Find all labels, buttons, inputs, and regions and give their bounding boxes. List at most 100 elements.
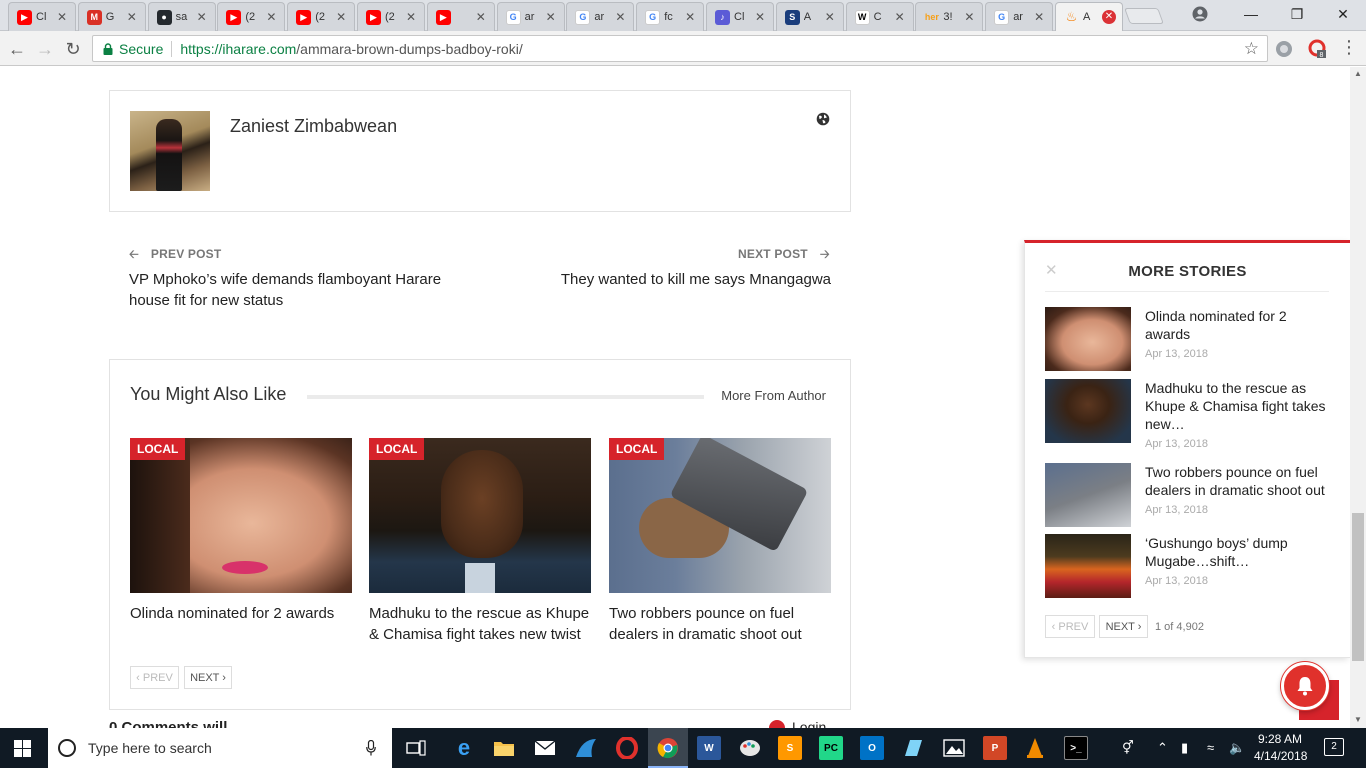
extension-shield-icon[interactable] [1275,40,1293,58]
tab-close-icon[interactable]: ✕ [125,10,139,24]
browser-tab[interactable]: S A ✕ [775,2,844,31]
prev-post-link[interactable]: VP Mphoko’s wife demands flamboyant Hara… [129,269,459,311]
category-badge[interactable]: LOCAL [609,438,665,460]
close-window-button[interactable]: ✕ [1320,0,1366,28]
author-avatar[interactable] [130,111,210,191]
globe-icon[interactable] [816,112,830,126]
browser-tab[interactable]: Gar ✕ [566,2,635,31]
story-title[interactable]: Madhuku to the rescue as Khupe & Chamisa… [1145,379,1335,433]
vlc-icon[interactable] [1023,736,1047,760]
tab-close-icon[interactable]: ✕ [474,10,488,24]
tab-close-icon[interactable]: ✕ [544,10,558,24]
paint-icon[interactable] [738,736,762,760]
scroll-down-arrow-icon[interactable]: ▼ [1354,715,1362,724]
photos-icon[interactable] [942,736,966,760]
related-prev-button[interactable]: ‹ PREV [130,666,179,689]
battery-icon[interactable]: ▮ [1181,740,1188,756]
reload-button[interactable]: ↻ [62,38,84,60]
scroll-up-arrow-icon[interactable]: ▲ [1354,69,1362,78]
address-bar[interactable]: Secure https://iharare.com/ammara-brown-… [92,35,1268,62]
tab-close-icon[interactable]: ✕ [334,10,348,24]
task-view-icon[interactable] [404,736,428,760]
related-card[interactable]: LOCAL Madhuku to the rescue as Khupe & C… [369,438,591,645]
category-badge[interactable]: LOCAL [369,438,425,460]
browser-tab[interactable]: Gar ✕ [496,2,565,31]
page-scrollbar[interactable]: ▲ ▼ [1350,67,1366,728]
scroll-thumb[interactable] [1352,513,1364,661]
tab-close-icon[interactable]: ✕ [1102,10,1116,24]
related-card-title[interactable]: Madhuku to the rescue as Khupe & Chamisa… [369,603,591,645]
wing-icon[interactable] [574,736,598,760]
notification-bell-button[interactable] [1281,662,1329,710]
prev-post-label[interactable]: 🡠 PREV POST [129,245,221,266]
more-stories-prev-button[interactable]: ‹ PREV [1045,615,1095,638]
clock-time[interactable]: 9:28 AM [1258,732,1302,746]
browser-tab[interactable]: ● sa ✕ [147,2,216,31]
minimize-button[interactable]: — [1228,0,1274,28]
browser-tab[interactable]: ▶ (2 ✕ [357,2,425,31]
terminal-icon[interactable]: >_ [1064,736,1088,760]
windows-start-icon[interactable] [14,740,31,757]
related-card-image[interactable]: LOCAL [609,438,831,593]
opera-icon[interactable] [615,736,639,760]
wifi-icon[interactable]: ≈ [1207,740,1214,755]
action-center-icon[interactable]: 2 [1324,738,1344,756]
tab-close-icon[interactable]: ✕ [55,10,69,24]
author-name-link[interactable]: Zaniest Zimbabwean [230,116,397,137]
next-post-link[interactable]: They wanted to kill me says Mnangagwa [560,269,831,290]
edge-icon[interactable]: e [452,735,476,760]
browser-tab[interactable]: W C ✕ [845,2,914,31]
browser-tab[interactable]: M G ✕ [77,2,146,31]
outlook-icon[interactable]: O [860,736,884,760]
sublime-icon[interactable]: S [778,736,802,760]
chrome-icon[interactable] [656,736,680,760]
tab-close-icon[interactable]: ✕ [823,10,837,24]
tray-chevron-icon[interactable]: ⌃ [1157,740,1168,756]
next-post-label[interactable]: NEXT POST 🡢 [738,245,830,266]
extension-opera-icon[interactable]: 8 [1308,39,1328,59]
profile-icon[interactable] [1192,6,1208,22]
tab-close-icon[interactable]: ✕ [753,10,767,24]
more-from-author-tab[interactable]: More From Author [721,388,826,403]
new-tab-button[interactable] [1124,8,1164,24]
story-thumbnail[interactable] [1045,307,1131,371]
related-card[interactable]: LOCAL Two robbers pounce on fuel dealers… [609,438,831,645]
tab-close-icon[interactable]: ✕ [683,10,697,24]
browser-tab[interactable]: ♪ Cl ✕ [706,2,774,31]
clock-date[interactable]: 4/14/2018 [1254,749,1307,763]
related-card-title[interactable]: Olinda nominated for 2 awards [130,603,352,624]
volume-icon[interactable]: 🔈 [1229,740,1245,756]
pycharm-icon[interactable]: PC [819,736,843,760]
related-card-image[interactable]: LOCAL [369,438,591,593]
related-next-button[interactable]: NEXT › [184,666,232,689]
word-icon[interactable]: W [697,736,721,760]
tab-close-icon[interactable]: ✕ [893,10,907,24]
file-explorer-icon[interactable] [492,736,516,760]
browser-tab[interactable]: ▶ (2 ✕ [217,2,286,31]
browser-tab[interactable]: her 3! ✕ [915,2,984,31]
powerpoint-icon[interactable]: P [983,736,1007,760]
taskbar-search-box[interactable]: Type here to search [48,728,392,768]
tab-close-icon[interactable]: ✕ [1032,10,1046,24]
mail-icon[interactable] [533,736,557,760]
browser-tab[interactable]: ▶ Cl ✕ [8,2,76,31]
restore-button[interactable]: ❐ [1274,0,1320,28]
browser-tab[interactable]: ♨ A ✕ [1055,2,1123,31]
browser-menu-icon[interactable]: ⋮ [1340,37,1358,58]
browser-tab[interactable]: ▶ ✕ [426,2,495,31]
related-card-title[interactable]: Two robbers pounce on fuel dealers in dr… [609,603,831,645]
story-thumbnail[interactable] [1045,379,1131,443]
browser-tab[interactable]: ▶ (2 ✕ [287,2,356,31]
login-link[interactable]: Login [792,719,826,728]
browser-tab[interactable]: Gfc ✕ [636,2,705,31]
forward-button[interactable]: → [34,38,56,60]
bookmark-star-icon[interactable]: ☆ [1244,39,1259,59]
tab-close-icon[interactable]: ✕ [264,10,278,24]
more-stories-next-button[interactable]: NEXT › [1099,615,1148,638]
story-title[interactable]: Two robbers pounce on fuel dealers in dr… [1145,463,1335,499]
story-thumbnail[interactable] [1045,534,1131,598]
microphone-icon[interactable] [366,740,376,756]
back-button[interactable]: ← [6,38,28,60]
story-title[interactable]: Olinda nominated for 2 awards [1145,307,1335,343]
app-icon[interactable] [901,736,925,760]
